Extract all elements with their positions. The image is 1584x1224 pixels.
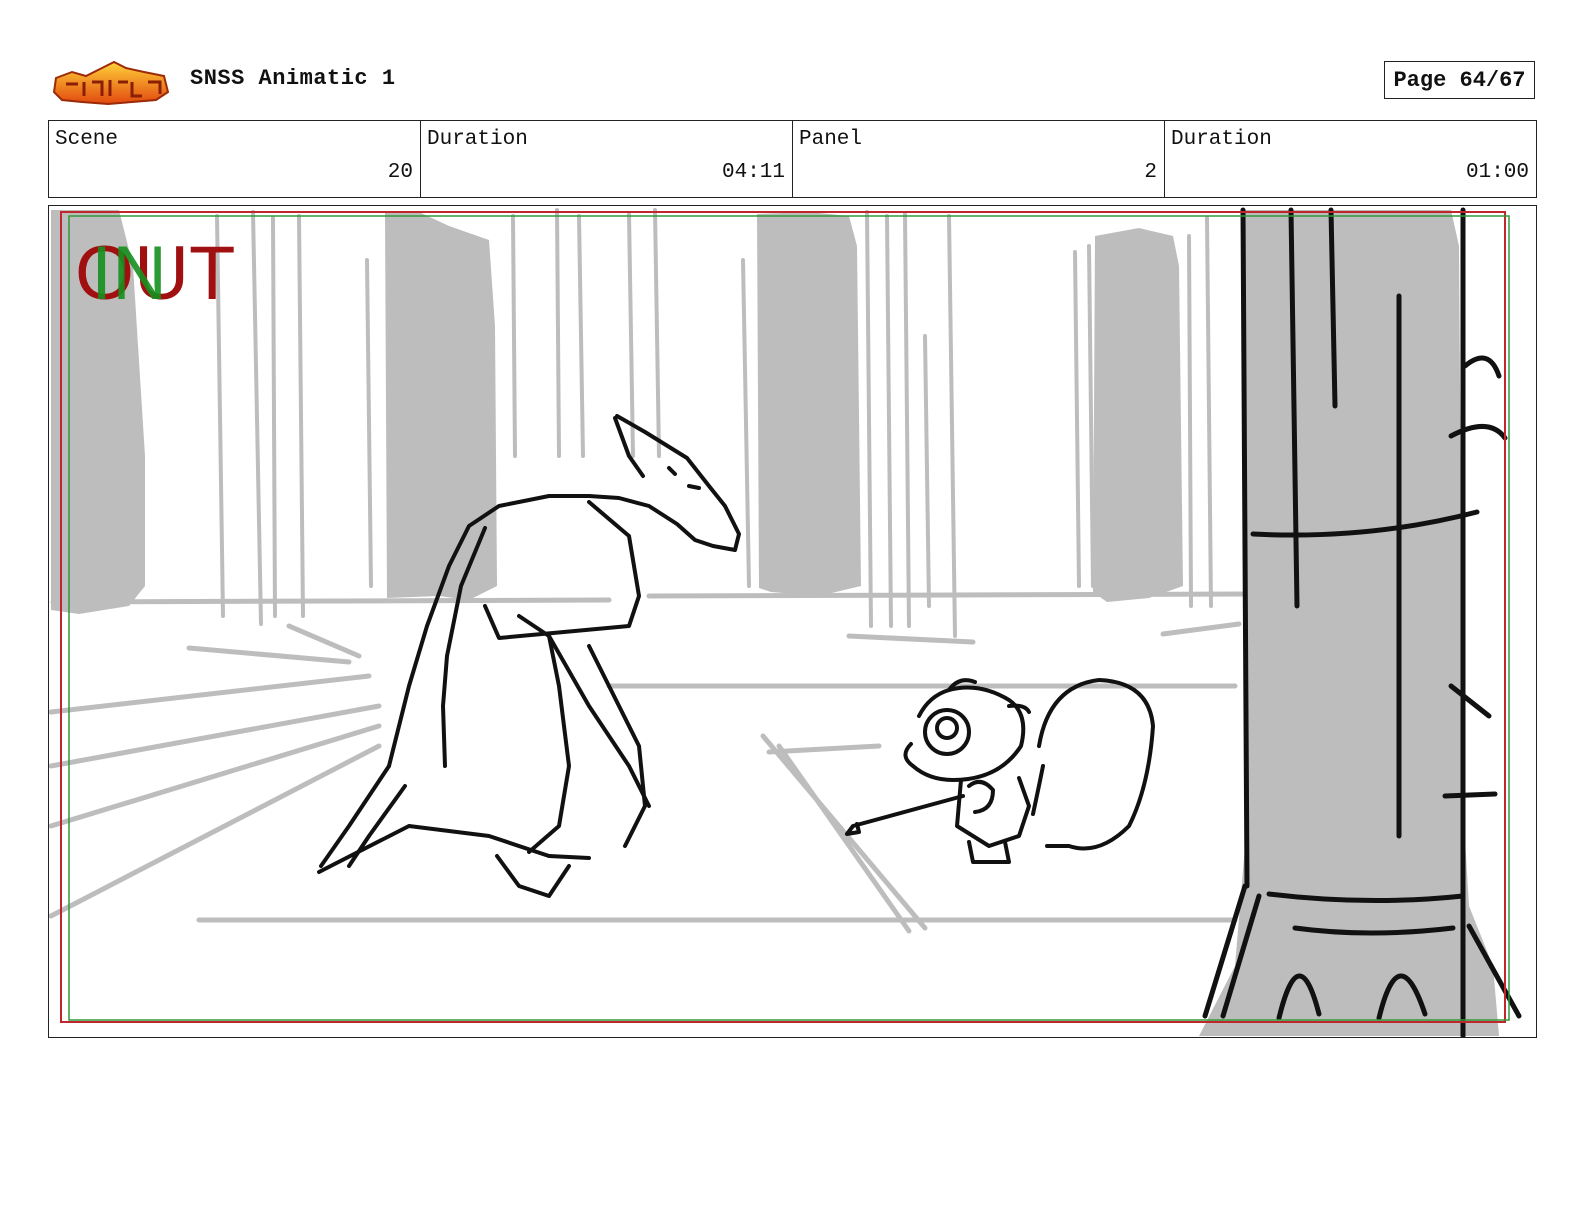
floor-lines	[49, 591, 1248, 934]
squirrel-character	[845, 678, 1155, 864]
panel-cell: Panel 2	[793, 121, 1165, 197]
panel-duration-cell: Duration 01:00	[1165, 121, 1536, 197]
in-marker: IN	[91, 231, 167, 316]
storyboard-panel: OUT IN	[48, 205, 1537, 1038]
panel-sketch	[49, 207, 1522, 1037]
panel-label: Panel	[799, 128, 863, 151]
scene-cell: Scene 20	[49, 121, 421, 197]
kneeling-character	[317, 414, 741, 898]
show-logo	[52, 60, 170, 106]
panel-value: 2	[1144, 161, 1157, 184]
panel-duration-value: 01:00	[1465, 161, 1529, 184]
column-lines	[215, 208, 1213, 638]
page-number: Page 64/67	[1384, 61, 1535, 99]
scene-duration-value: 04:11	[721, 161, 785, 184]
scene-duration-label: Duration	[427, 128, 528, 151]
in-out-marker: OUT IN	[75, 234, 275, 314]
scene-value: 20	[387, 161, 413, 184]
panel-duration-label: Duration	[1171, 128, 1272, 151]
page-header: SNSS Animatic 1 Page 64/67	[0, 0, 1584, 118]
project-title: SNSS Animatic 1	[190, 66, 396, 91]
scene-label: Scene	[55, 128, 119, 151]
scene-duration-cell: Duration 04:11	[421, 121, 793, 197]
background-columns	[51, 210, 1499, 1036]
shot-info-table: Scene 20 Duration 04:11 Panel 2 Duration…	[48, 120, 1537, 198]
